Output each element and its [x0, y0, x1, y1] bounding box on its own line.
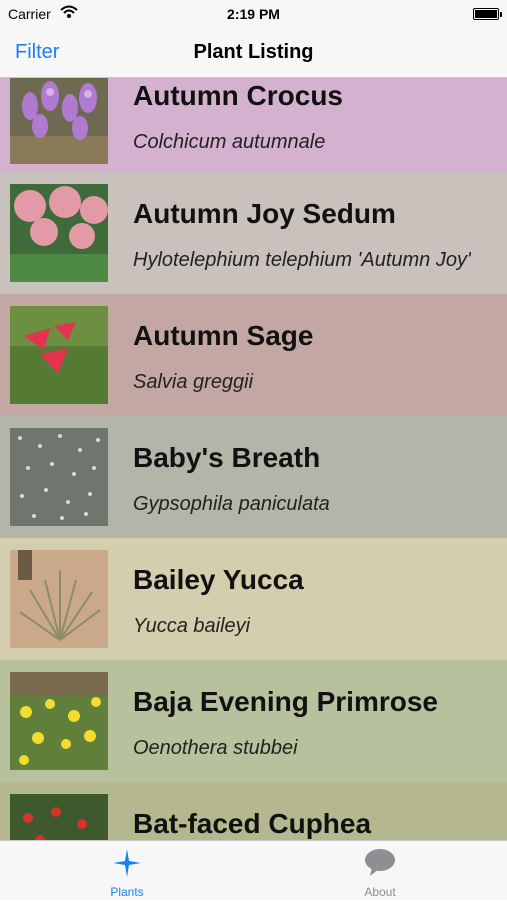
plant-thumbnail — [10, 550, 108, 648]
plant-scientific-name: Yucca baileyi — [133, 615, 251, 637]
plant-row-bat-faced-cuphea[interactable]: Bat-faced Cuphea — [0, 782, 507, 840]
battery-icon — [473, 8, 502, 20]
tab-plants[interactable]: Plants — [67, 841, 187, 901]
plant-scientific-name: Salvia greggii — [133, 371, 254, 393]
plant-scientific-name: Colchicum autumnale — [133, 131, 326, 153]
plant-list[interactable]: Autumn Crocus Colchicum autumnale Autumn… — [0, 78, 507, 840]
plant-common-name: Autumn Crocus — [133, 80, 343, 111]
plant-common-name: Bat-faced Cuphea — [133, 808, 372, 839]
tab-plants-label: Plants — [110, 885, 144, 899]
plant-row-autumn-sage[interactable]: Autumn Sage Salvia greggii — [0, 294, 507, 416]
plant-thumbnail — [10, 794, 108, 840]
tab-about[interactable]: About — [320, 841, 440, 901]
plant-common-name: Baja Evening Primrose — [133, 686, 439, 717]
navigation-bar: Filter Plant Listing — [0, 28, 507, 78]
tab-bar: Plants About — [0, 840, 507, 900]
status-bar: Carrier 2:19 PM — [0, 0, 507, 28]
page-title: Plant Listing — [193, 41, 314, 63]
plant-common-name: Autumn Joy Sedum — [133, 198, 396, 229]
speech-bubble-icon — [365, 849, 395, 876]
plant-common-name: Autumn Sage — [133, 320, 314, 351]
plants-icon — [113, 849, 141, 877]
plant-scientific-name: Oenothera stubbei — [133, 737, 298, 759]
plant-row-babys-breath[interactable]: Baby's Breath Gypsophila paniculata — [0, 416, 507, 538]
clock: 2:19 PM — [227, 6, 280, 22]
plant-thumbnail — [10, 428, 108, 526]
plant-row-bailey-yucca[interactable]: Bailey Yucca Yucca baileyi — [0, 538, 507, 660]
plant-common-name: Bailey Yucca — [133, 564, 304, 595]
tab-about-label: About — [364, 885, 396, 899]
plant-thumbnail — [10, 184, 108, 282]
filter-button[interactable]: Filter — [15, 41, 59, 64]
plant-thumbnail — [10, 672, 108, 770]
plant-thumbnail — [10, 306, 108, 404]
plant-row-autumn-crocus[interactable]: Autumn Crocus Colchicum autumnale — [0, 78, 507, 176]
plant-row-baja-evening-primrose[interactable]: Baja Evening Primrose Oenothera stubbei — [0, 660, 507, 782]
plant-common-name: Baby's Breath — [133, 442, 321, 473]
plant-row-autumn-joy-sedum[interactable]: Autumn Joy Sedum Hylotelephium telephium… — [0, 172, 507, 294]
plant-thumbnail — [10, 78, 108, 164]
plant-scientific-name: Hylotelephium telephium 'Autumn Joy' — [133, 249, 471, 271]
plant-scientific-name: Gypsophila paniculata — [133, 493, 330, 515]
